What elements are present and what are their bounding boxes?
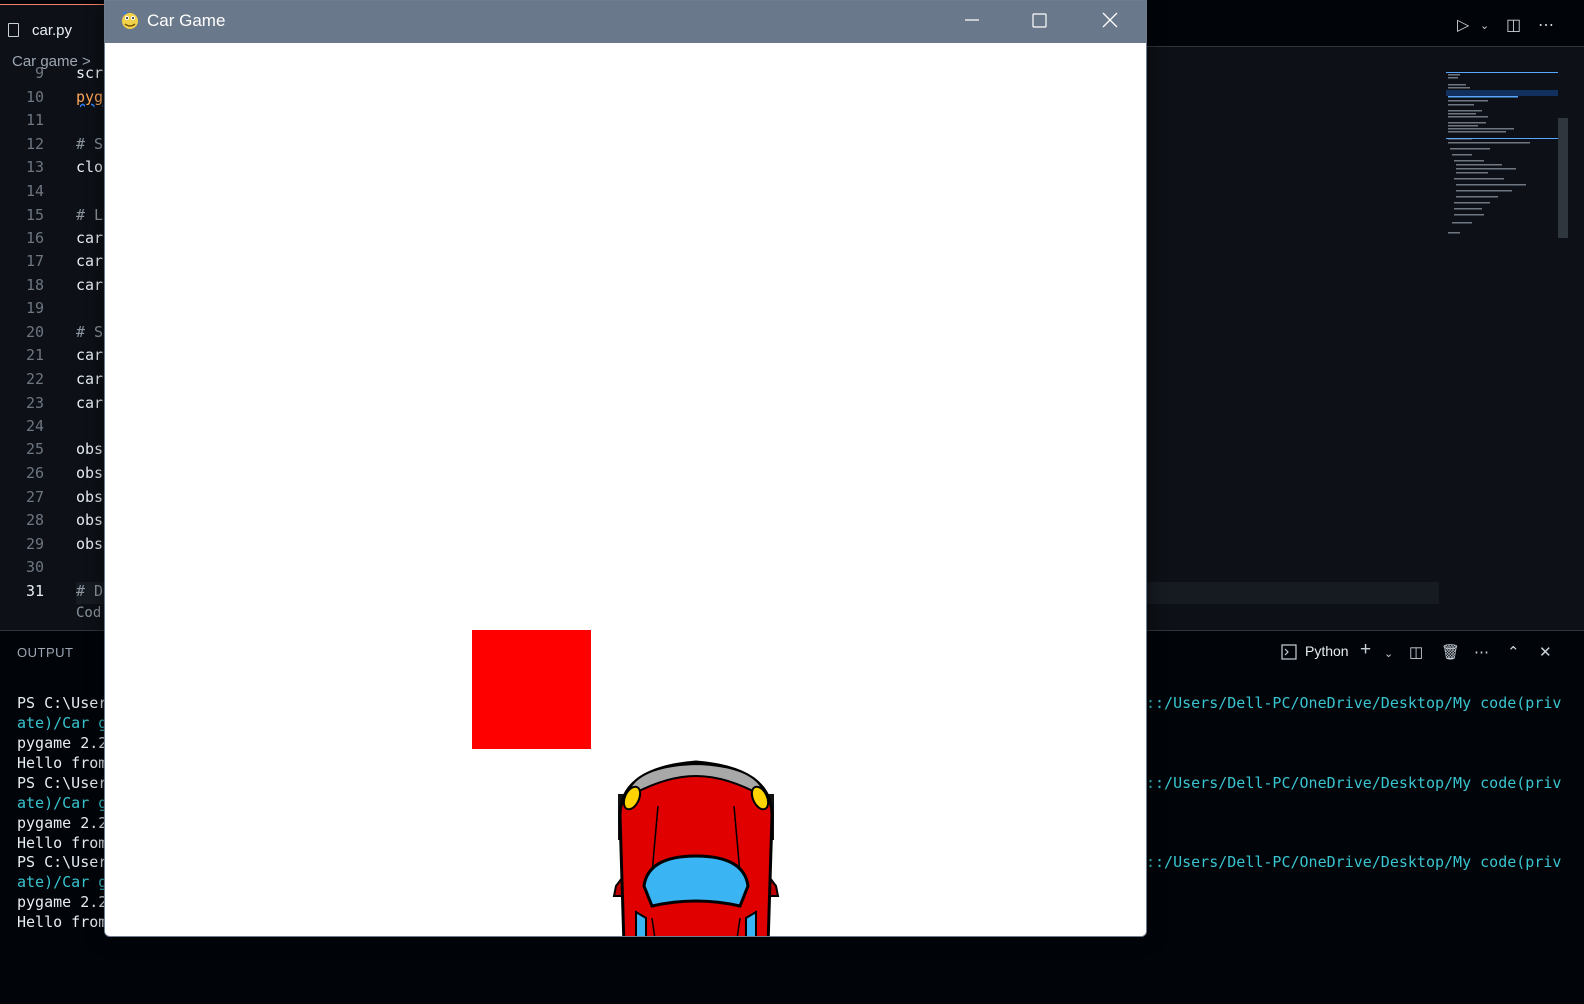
terminal-line: pygame 2.2 (17, 814, 108, 832)
code-line-16[interactable]: car (76, 229, 103, 247)
code-line-20[interactable]: # S (76, 323, 103, 341)
split-editor-icon[interactable]: ◫ (1506, 15, 1521, 35)
line-number: 14 (25, 182, 44, 200)
line-number: 21 (25, 346, 44, 364)
line-number: 22 (25, 370, 44, 388)
code-line-21[interactable]: car (76, 346, 103, 364)
window-titlebar[interactable]: Car Game (105, 1, 1146, 43)
more-actions-icon[interactable]: ⋯ (1474, 643, 1489, 661)
terminal-line: PS C:\User (17, 694, 108, 712)
terminal-line: pygame 2.2 (17, 893, 108, 911)
file-icon (8, 23, 19, 37)
maximize-panel-icon[interactable]: ⌃ (1507, 643, 1520, 661)
more-actions-icon[interactable]: ⋯ (1538, 15, 1554, 35)
editor-scrollbar[interactable] (1558, 118, 1568, 238)
terminal-line: Hello from (17, 834, 108, 852)
terminal-line: pygame 2.2 (17, 734, 108, 752)
code-line-26[interactable]: obs (76, 464, 103, 482)
code-line-13[interactable]: clo (76, 158, 103, 176)
terminal-path-2: ::/Users/Dell-PC/OneDrive/Desktop/My cod… (1146, 774, 1562, 792)
car-game-window[interactable]: Car Game (104, 0, 1147, 937)
line-number: 19 (25, 299, 44, 317)
code-line-31[interactable]: # D (76, 582, 103, 600)
line-number: 16 (25, 229, 44, 247)
terminal-profile-label[interactable]: Python (1305, 643, 1349, 659)
minimap-viewport[interactable] (1446, 90, 1558, 96)
codelens-hint[interactable]: Cod (76, 605, 101, 621)
chevron-down-icon[interactable]: ⌄ (1384, 647, 1393, 660)
line-number: 10 (25, 88, 44, 106)
pygame-snake-icon (122, 11, 138, 29)
code-line-25[interactable]: obs (76, 440, 103, 458)
game-canvas[interactable] (105, 43, 1146, 936)
line-number: 18 (25, 276, 44, 294)
terminal-line: Hello from (17, 754, 108, 772)
run-icon[interactable]: ▷ (1457, 15, 1469, 35)
minimize-icon (965, 19, 979, 21)
line-number: 24 (25, 417, 44, 435)
code-line-18[interactable]: car (76, 276, 103, 294)
terminal-line: PS C:\User (17, 774, 108, 792)
terminal-line: ate)/Car g (17, 794, 108, 812)
line-number: 17 (25, 252, 44, 270)
trash-icon[interactable]: 🗑 (1441, 643, 1460, 661)
close-button[interactable] (1079, 1, 1141, 41)
window-title: Car Game (147, 11, 226, 30)
line-number: 25 (25, 440, 44, 458)
tab-label: car.py (32, 22, 73, 39)
line-number: 13 (25, 158, 44, 176)
code-line-15[interactable]: # L (76, 206, 103, 224)
code-line-22[interactable]: car (76, 370, 103, 388)
code-line-27[interactable]: obs (76, 488, 103, 506)
terminal-icon (1281, 644, 1297, 660)
line-number: 23 (25, 394, 44, 412)
terminal-line: Hello from (17, 913, 108, 931)
maximize-button[interactable] (1009, 1, 1071, 41)
line-number: 15 (25, 206, 44, 224)
line-number: 27 (25, 488, 44, 506)
line-number: 9 (34, 64, 44, 82)
code-line-10[interactable]: pyg (76, 88, 103, 106)
player-car (612, 760, 780, 936)
close-icon (1102, 12, 1118, 28)
close-panel-icon[interactable]: ✕ (1539, 643, 1552, 661)
line-number: 26 (25, 464, 44, 482)
red-obstacle (472, 630, 591, 749)
code-line-9[interactable]: scr (76, 64, 103, 82)
line-number: 28 (25, 511, 44, 529)
split-terminal-icon[interactable]: ◫ (1409, 643, 1423, 661)
minimize-button[interactable] (941, 1, 1003, 41)
add-terminal-icon[interactable]: + (1360, 639, 1371, 661)
minimap[interactable] (1446, 72, 1558, 242)
terminal-line: ate)/Car g (17, 714, 108, 732)
line-number: 30 (25, 558, 44, 576)
line-number: 20 (25, 323, 44, 341)
line-number: 29 (25, 535, 44, 553)
code-line-29[interactable]: obs (76, 535, 103, 553)
line-number: 31 (25, 582, 44, 600)
line-number: 12 (25, 135, 44, 153)
code-line-28[interactable]: obs (76, 511, 103, 529)
chevron-down-icon[interactable]: ⌄ (1480, 19, 1489, 32)
tab-output[interactable]: OUTPUT (17, 645, 73, 660)
terminal-path-3: ::/Users/Dell-PC/OneDrive/Desktop/My cod… (1146, 853, 1562, 871)
maximize-icon (1032, 13, 1047, 28)
line-number: 11 (25, 111, 44, 129)
code-line-17[interactable]: car (76, 252, 103, 270)
terminal-line: ate)/Car g (17, 873, 108, 891)
terminal-line: PS C:\User (17, 853, 108, 871)
code-line-23[interactable]: car (76, 394, 103, 412)
terminal-path-1: ::/Users/Dell-PC/OneDrive/Desktop/My cod… (1146, 694, 1562, 712)
tab-car-py[interactable]: car.py (0, 4, 104, 47)
code-line-12[interactable]: # S (76, 135, 103, 153)
